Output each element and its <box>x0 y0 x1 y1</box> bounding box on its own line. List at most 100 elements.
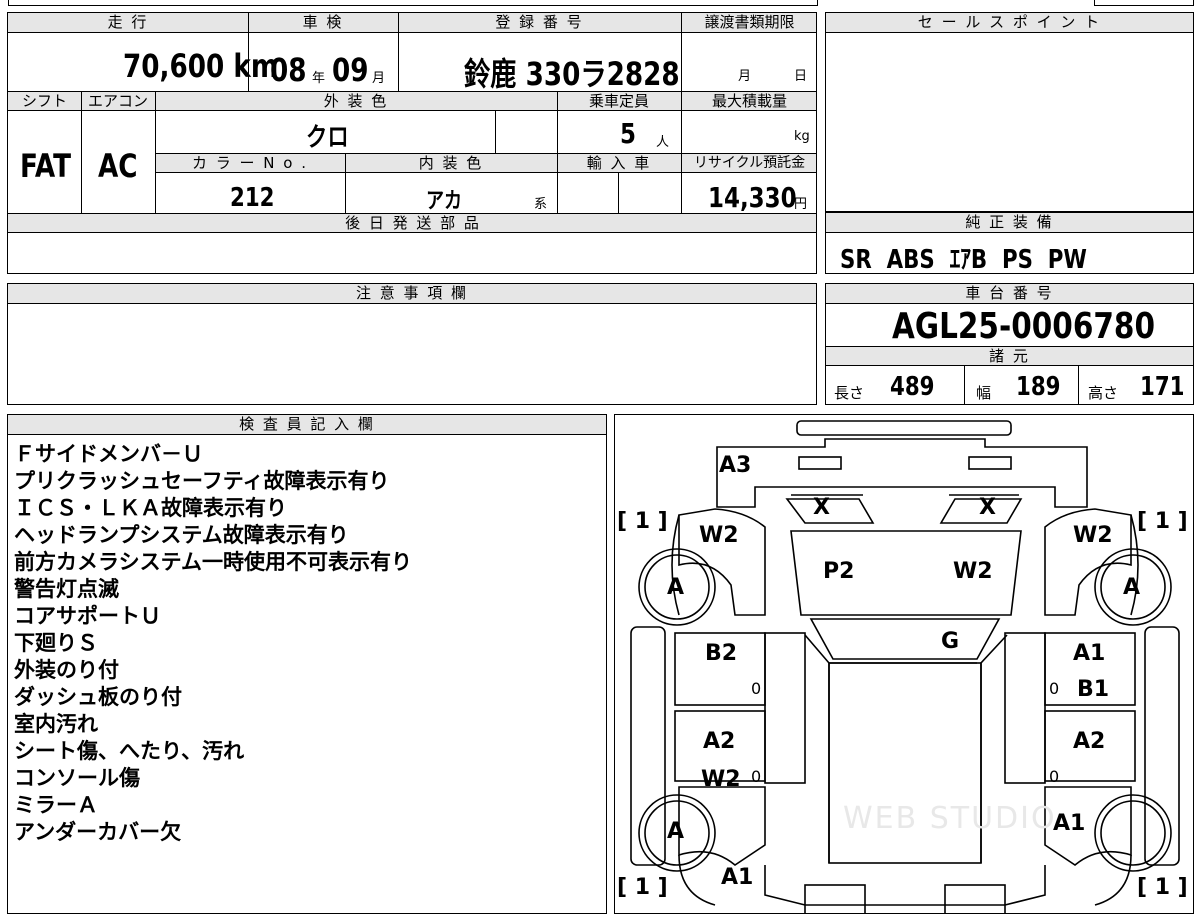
damage-diagram-box: A3 X X W2 W2 P2 W2 A A G B2 A1 B1 A2 W2 … <box>614 414 1194 914</box>
label-front-door-left: B2 <box>705 641 738 666</box>
inspector-note-line: アンダーカバー欠 <box>14 820 182 844</box>
header-import: 輸 入 車 <box>557 153 681 173</box>
label-hood-right: W2 <box>953 559 993 584</box>
grid <box>495 111 496 153</box>
header-aircon: エアコン <box>81 91 155 111</box>
chassis-header: 車 台 番 号 <box>826 284 1193 304</box>
top-strip <box>8 0 818 6</box>
sale-points-header: セ ー ル ス ポ イ ン ト <box>826 13 1193 33</box>
inspector-note-line: ダッシュ板のり付 <box>14 685 182 709</box>
header-capacity: 乗車定員 <box>557 91 681 111</box>
header-interior-color: 内 装 色 <box>345 153 557 173</box>
capacity-value: 5 <box>620 117 636 150</box>
inspector-note-line: 外装のり付 <box>14 658 119 682</box>
width-label: 幅 <box>976 384 992 402</box>
bracket-top-right: [ 1 ] <box>1137 509 1188 534</box>
recycle-value: 14,330 <box>708 181 797 214</box>
inspector-note-line: ミラーＡ <box>14 793 98 817</box>
genuine-equipment-box: 純 正 装 備 SR ABS ｴｱB PS PW <box>825 212 1194 274</box>
label-headlight-right: X <box>979 495 996 520</box>
inspector-note-line: 警告灯点滅 <box>14 577 119 601</box>
header-registration: 登 録 番 号 <box>398 13 681 33</box>
header-color-no: カ ラ ー N o . <box>155 153 345 173</box>
header-mileage: 走 行 <box>8 13 248 33</box>
grid <box>345 153 346 213</box>
label-headlight-left: X <box>813 495 830 520</box>
label-front-bumper: A3 <box>719 453 752 478</box>
header-recycle: リサイクル預託金 <box>681 153 816 173</box>
zero-mark: 0 <box>1049 679 1060 698</box>
label-wheel-rl: A <box>667 819 685 844</box>
bracket-top-left: [ 1 ] <box>617 509 668 534</box>
chassis-box: 車 台 番 号 AGL25-0006780 諸 元 長さ 489 幅 189 高… <box>825 283 1194 405</box>
transfer-day-unit: 日 <box>794 69 808 84</box>
inspection-year: 08 <box>270 51 307 89</box>
grid <box>964 366 965 404</box>
recycle-unit: 円 <box>794 197 808 212</box>
header-inspection: 車 検 <box>248 13 398 33</box>
interior-color-suffix: 系 <box>534 197 548 212</box>
inspector-note-line: ＩＣＳ・ＬＫＡ故障表示有り <box>14 496 287 520</box>
watermark: WEB STUDIO <box>843 801 1057 836</box>
grid <box>618 173 619 213</box>
inspector-header: 検 査 員 記 入 欄 <box>8 415 606 435</box>
label-front-door-right-1: A1 <box>1073 641 1106 666</box>
label-wheel-fl: A <box>667 575 685 600</box>
zero-mark: 0 <box>751 767 762 786</box>
inspector-note-line: 下廻りＳ <box>14 631 98 655</box>
zero-mark: 0 <box>751 679 762 698</box>
inspection-year-unit: 年 <box>312 71 326 86</box>
aircon-value: AC <box>98 147 138 185</box>
inspector-notes-list: Ｆサイドメンバ－Ｕ プリクラッシュセーフティ故障表示有り ＩＣＳ・ＬＫＡ故障表示有り… <box>14 441 602 846</box>
height-label: 高さ <box>1088 384 1119 402</box>
genuine-equipment-header: 純 正 装 備 <box>826 213 1193 233</box>
label-rear-right: A1 <box>1053 811 1086 836</box>
sale-points-box: セ ー ル ス ポ イ ン ト <box>825 12 1194 212</box>
shift-value: FAT <box>20 147 72 185</box>
header-parts-later: 後 日 発 送 部 品 <box>8 213 816 233</box>
inspector-box: 検 査 員 記 入 欄 Ｆサイドメンバ－Ｕ プリクラッシュセーフティ故障表示有り Ｉ… <box>7 414 607 914</box>
header-max-load: 最大積載量 <box>681 91 816 111</box>
genuine-equipment-value: SR ABS ｴｱB PS PW <box>840 245 1087 274</box>
width-value: 189 <box>1016 372 1061 402</box>
grid <box>248 13 249 91</box>
transfer-month-unit: 月 <box>738 69 752 84</box>
top-strip-right <box>1094 0 1194 6</box>
grid <box>398 13 399 91</box>
label-fender-front-right: W2 <box>1073 523 1113 548</box>
inspector-note-line: コンソール傷 <box>14 766 140 790</box>
inspection-month: 09 <box>332 51 369 89</box>
bracket-bottom-left: [ 1 ] <box>617 875 668 900</box>
interior-color-value: アカ <box>426 189 463 214</box>
label-hood-left: P2 <box>823 559 855 584</box>
height-value: 171 <box>1140 372 1185 402</box>
label-rear-door-right: A2 <box>1073 729 1106 754</box>
inspector-note-line: 室内汚れ <box>14 712 98 736</box>
header-transfer-deadline: 譲渡書類期限 <box>681 13 816 33</box>
inspector-note-line: 前方カメラシステム一時使用不可表示有り <box>14 550 412 574</box>
label-windshield: G <box>941 629 960 654</box>
label-fender-front-left: W2 <box>699 523 739 548</box>
grid <box>81 91 82 213</box>
max-load-unit: kg <box>794 129 810 144</box>
car-diagram <box>630 420 1180 913</box>
notes-box: 注 意 事 項 欄 <box>7 283 817 405</box>
header-exterior-color: 外 装 色 <box>155 91 557 111</box>
length-label: 長さ <box>834 384 865 402</box>
notes-header: 注 意 事 項 欄 <box>8 284 816 304</box>
label-front-door-right-2: B1 <box>1077 677 1110 702</box>
inspector-note-line: コアサポートＵ <box>14 604 161 628</box>
zero-mark: 0 <box>1049 767 1060 786</box>
inspector-note-line: シート傷、へたり、汚れ <box>14 739 245 763</box>
label-rear-fender-left: A1 <box>721 865 754 890</box>
mileage-value: 70,600 km <box>123 47 279 85</box>
chassis-number: AGL25-0006780 <box>892 306 1156 347</box>
inspector-note-line: ヘッドランプシステム故障表示有り <box>14 523 349 547</box>
capacity-unit: 人 <box>656 135 670 150</box>
inspection-month-unit: 月 <box>372 71 386 86</box>
header-shift: シフト <box>8 91 81 111</box>
label-rear-door-left-1: A2 <box>703 729 736 754</box>
grid <box>1078 366 1079 404</box>
bracket-bottom-right: [ 1 ] <box>1137 875 1188 900</box>
label-wheel-fr: A <box>1123 575 1141 600</box>
